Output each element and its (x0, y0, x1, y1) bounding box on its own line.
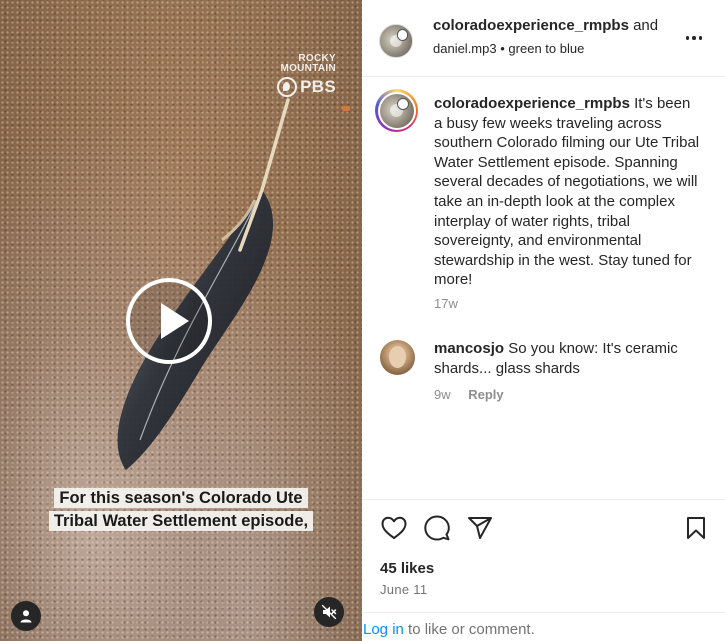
login-link[interactable]: Log in (363, 621, 404, 638)
rocky-mountain-pbs-logo: ROCKY MOUNTAIN PBS (277, 54, 336, 97)
more-horizontal-icon-dot (698, 36, 703, 40)
post-panel: coloradoexperience_rmpbs and daniel.mp3 … (362, 0, 725, 641)
caption-line-1: For this season's Colorado Ute (54, 488, 308, 508)
mute-toggle-button[interactable] (314, 597, 344, 627)
account-avatar[interactable] (379, 24, 413, 58)
caption-avatar-ring[interactable] (375, 89, 418, 132)
comment-button[interactable] (423, 514, 451, 542)
brand-line-2: MOUNTAIN (280, 63, 336, 74)
video-player[interactable]: ROCKY MOUNTAIN PBS For this season's Col… (0, 0, 362, 641)
share-button[interactable] (466, 514, 494, 542)
muted-speaker-icon (321, 604, 337, 620)
likes-count[interactable]: 45 likes (380, 560, 434, 577)
reply-button[interactable]: Reply (468, 387, 503, 402)
more-options-button[interactable] (682, 26, 706, 50)
comment-icon (424, 515, 450, 541)
like-button[interactable] (380, 514, 408, 542)
comment-text: mancosjo So you know: It's ceramic shard… (434, 339, 702, 378)
audio-attribution[interactable]: daniel.mp3 • green to blue (433, 41, 584, 56)
more-horizontal-icon-dot (692, 36, 696, 40)
action-bar: 45 likes June 11 (362, 499, 725, 613)
pbs-head-icon (277, 77, 298, 97)
caption-line-2: Tribal Water Settlement episode, (48, 511, 314, 531)
bookmark-icon (687, 517, 705, 539)
video-caption: For this season's Colorado Ute Tribal Wa… (34, 487, 328, 533)
header-and-text: and (633, 17, 659, 34)
save-button[interactable] (682, 514, 710, 542)
commenter-avatar[interactable] (380, 340, 415, 375)
comment-time[interactable]: 9w (434, 387, 451, 402)
caption-time[interactable]: 17w (434, 296, 458, 311)
share-icon (468, 517, 492, 539)
post-date[interactable]: June 11 (380, 582, 427, 597)
caption-username[interactable]: coloradoexperience_rmpbs (434, 95, 630, 112)
heart-icon (381, 516, 407, 539)
comment-meta: 9w Reply (434, 387, 504, 402)
caption-avatar (379, 93, 414, 128)
caption-meta: 17w (434, 296, 458, 311)
tagged-users-button[interactable] (11, 601, 41, 631)
post-header: coloradoexperience_rmpbs and daniel.mp3 … (362, 0, 725, 77)
audio-separator: • (500, 41, 505, 56)
comment-username[interactable]: mancosjo (434, 340, 504, 357)
login-prompt: Log in to like or comment. (362, 612, 725, 641)
header-username-link[interactable]: coloradoexperience_rmpbs (433, 17, 629, 34)
audio-artist[interactable]: daniel.mp3 (433, 41, 497, 56)
play-icon[interactable] (126, 278, 212, 364)
comments-list: coloradoexperience_rmpbs It's been a bus… (362, 77, 725, 499)
header-usernames: coloradoexperience_rmpbs and (433, 17, 669, 34)
login-prompt-text: to like or comment. (408, 621, 535, 638)
audio-title[interactable]: green to blue (508, 41, 584, 56)
more-horizontal-icon (685, 36, 690, 40)
user-icon (20, 610, 32, 623)
brand-pbs: PBS (300, 77, 336, 96)
caption-text: coloradoexperience_rmpbs It's been a bus… (434, 94, 702, 290)
caption-body: It's been a busy few weeks traveling acr… (434, 95, 700, 289)
